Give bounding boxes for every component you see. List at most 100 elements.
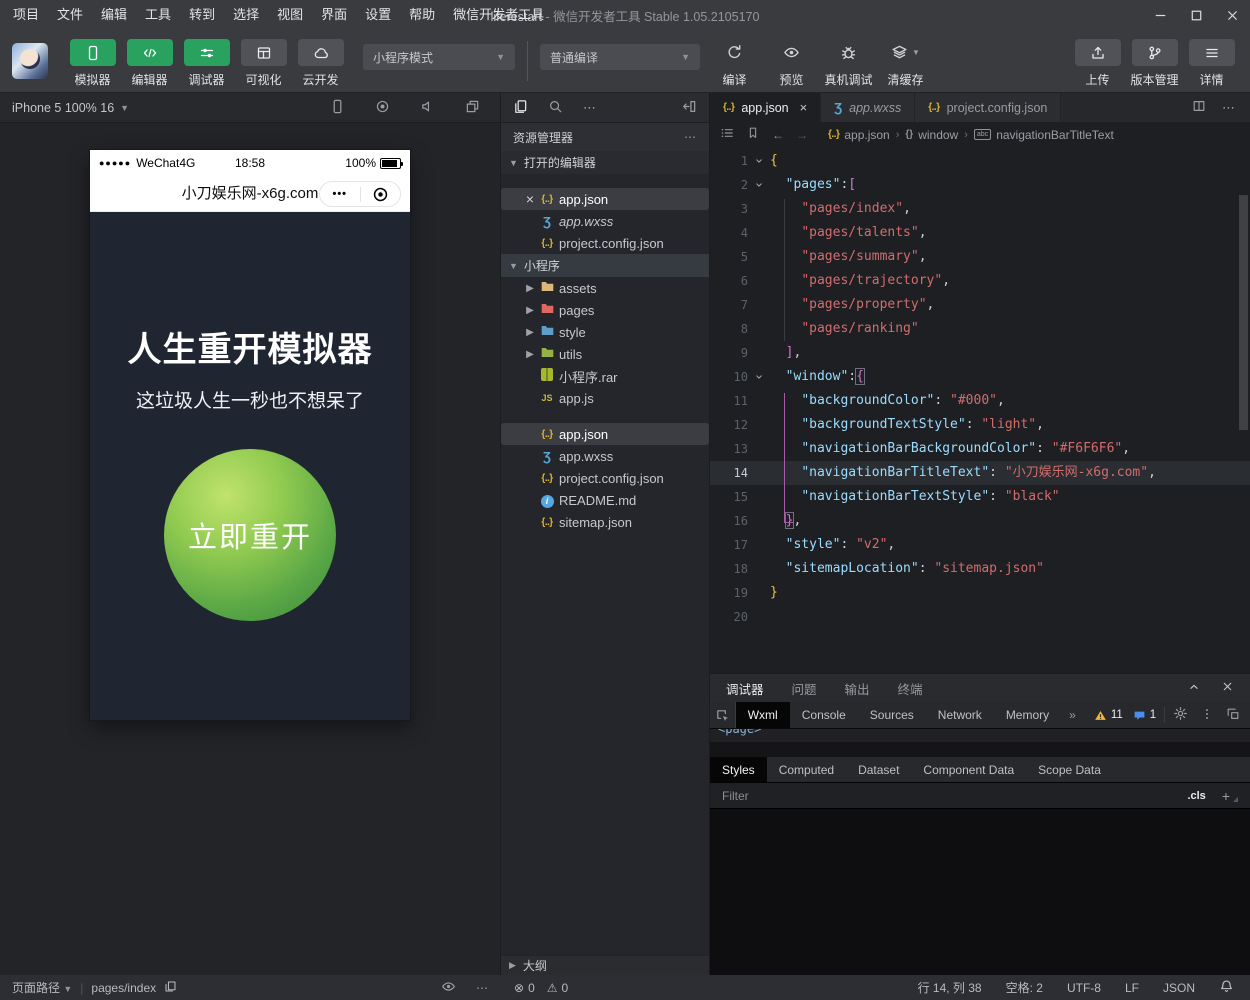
capsule-menu[interactable]: ••• — [319, 181, 401, 207]
sim-mute-button[interactable] — [420, 99, 435, 117]
compile-mode-select[interactable]: 普通编译▼ — [540, 44, 700, 70]
code-line-20[interactable]: 20 — [710, 605, 1250, 629]
minimize-button[interactable] — [1142, 0, 1178, 30]
file-row-sitemap.json[interactable]: {..}sitemap.json — [501, 511, 709, 533]
elements-tree[interactable]: <page> — [710, 728, 1250, 742]
breadcrumb-item-app.json[interactable]: {..}app.json — [828, 128, 890, 142]
debugger-tab-输出[interactable]: 输出 — [845, 679, 870, 698]
styles-tab-Component Data[interactable]: Component Data — [911, 757, 1026, 782]
toolbar-tune-button[interactable]: 调试器 — [178, 39, 235, 88]
copydoc-icon[interactable] — [164, 980, 177, 993]
file-row-README.md[interactable]: iREADME.md — [501, 489, 709, 511]
code-line-16[interactable]: 16 }, — [710, 509, 1250, 533]
menu-item-3[interactable]: 工具 — [136, 0, 180, 30]
maximize-button[interactable] — [1178, 0, 1214, 30]
code-line-9[interactable]: 9 ], — [710, 341, 1250, 365]
code-line-19[interactable]: 19} — [710, 581, 1250, 605]
code-editor[interactable]: 1{2 "pages":[3 "pages/index",4 "pages/ta… — [710, 147, 1250, 673]
code-line-7[interactable]: 7 "pages/property", — [710, 293, 1250, 317]
editor-scrollbar[interactable] — [1239, 195, 1248, 430]
code-line-11[interactable]: 11 "backgroundColor": "#000", — [710, 389, 1250, 413]
code-line-8[interactable]: 8 "pages/ranking" — [710, 317, 1250, 341]
code-line-2[interactable]: 2 "pages":[ — [710, 173, 1250, 197]
restart-button[interactable]: 立即重开 — [164, 449, 336, 621]
devtools-tab-Network[interactable]: Network — [926, 702, 994, 728]
status-item-0[interactable]: 行 14, 列 38 — [918, 979, 982, 996]
file-row-app.wxss[interactable]: Ʒapp.wxss — [501, 445, 709, 467]
toolbar-upload-button[interactable]: 上传 — [1069, 39, 1126, 88]
styles-tab-Computed[interactable]: Computed — [767, 757, 846, 782]
debugger-tab-问题[interactable]: 问题 — [792, 679, 817, 698]
user-avatar[interactable] — [12, 43, 48, 79]
menu-item-4[interactable]: 转到 — [180, 0, 224, 30]
toggle-visibility-button[interactable] — [441, 979, 456, 997]
close-tab-icon[interactable]: × — [800, 100, 808, 115]
styles-tab-Scope Data[interactable]: Scope Data — [1026, 757, 1113, 782]
editor-tab-app.json[interactable]: {..}app.json× — [710, 93, 821, 122]
menu-item-1[interactable]: 文件 — [48, 0, 92, 30]
elements-node[interactable]: <page> — [718, 728, 761, 736]
toolbar-refresh-button[interactable]: 编译 — [706, 39, 763, 88]
device-selector[interactable]: iPhone 5 100% 16▼ — [12, 101, 129, 115]
warnings-badge[interactable]: 11 — [1094, 709, 1123, 722]
code-line-15[interactable]: 15 "navigationBarTextStyle": "black" — [710, 485, 1250, 509]
file-row-小程序.rar[interactable]: 小程序.rar — [501, 365, 709, 387]
status-problems[interactable]: ⊗0 ⚠0 — [500, 981, 710, 995]
page-path-selector[interactable]: 页面路径 ▼ — [12, 979, 72, 996]
explorer-more-actions[interactable]: ⋯ — [583, 100, 596, 116]
toolbar-cloud-button[interactable]: 云开发 — [292, 39, 349, 88]
styles-tab-Styles[interactable]: Styles — [710, 757, 767, 782]
new-style-rule-button[interactable]: + — [1222, 788, 1238, 804]
styles-filter-input[interactable]: Filter — [722, 789, 749, 803]
devtools-settings-button[interactable] — [1173, 706, 1188, 724]
file-row-app.wxss[interactable]: Ʒapp.wxss — [501, 210, 709, 232]
devtools-tab-Console[interactable]: Console — [790, 702, 858, 728]
mode-select[interactable]: 小程序模式▼ — [363, 44, 515, 70]
file-row-project.config.json[interactable]: {..}project.config.json — [501, 467, 709, 489]
file-row-project.config.json[interactable]: {..}project.config.json — [501, 232, 709, 254]
cls-toggle[interactable]: .cls — [1187, 790, 1205, 802]
nav-forward-button[interactable]: → — [796, 128, 808, 142]
split-editor-button[interactable] — [1192, 99, 1206, 116]
code-line-13[interactable]: 13 "navigationBarBackgroundColor": "#F6F… — [710, 437, 1250, 461]
messages-badge[interactable]: 1 — [1133, 709, 1156, 722]
toolbar-layers-button[interactable]: ▼清缓存 — [877, 39, 934, 88]
close-button[interactable] — [1214, 0, 1250, 30]
code-line-18[interactable]: 18 "sitemapLocation": "sitemap.json" — [710, 557, 1250, 581]
code-line-14[interactable]: 14 "navigationBarTitleText": "小刀娱乐网-x6g.… — [710, 461, 1250, 485]
debugger-tab-调试器[interactable]: 调试器 — [726, 679, 764, 698]
status-item-2[interactable]: UTF-8 — [1067, 981, 1101, 995]
sim-winmulti-button[interactable] — [465, 99, 480, 117]
status-more-button[interactable]: ⋯ — [476, 981, 488, 995]
exit-target-icon[interactable] — [361, 186, 401, 203]
copy-path-button[interactable] — [164, 980, 177, 996]
debugger-tab-终端[interactable]: 终端 — [898, 679, 923, 698]
close-panel-button[interactable] — [1221, 680, 1234, 696]
outline-section[interactable]: ▶ 大纲 — [501, 955, 709, 975]
menu-item-5[interactable]: 选择 — [224, 0, 268, 30]
styles-tab-Dataset[interactable]: Dataset — [846, 757, 911, 782]
status-item-3[interactable]: LF — [1125, 981, 1139, 995]
sim-record-button[interactable] — [375, 99, 390, 117]
toolbar-grid-button[interactable]: 可视化 — [235, 39, 292, 88]
menu-item-9[interactable]: 帮助 — [400, 0, 444, 30]
menu-item-2[interactable]: 编辑 — [92, 0, 136, 30]
toolbar-eye-button[interactable]: 预览 — [763, 39, 820, 88]
explorer-search-button[interactable] — [548, 99, 563, 117]
menu-item-8[interactable]: 设置 — [356, 0, 400, 30]
code-line-10[interactable]: 10 "window":{ — [710, 365, 1250, 389]
outline-list-button[interactable] — [720, 126, 734, 143]
editor-tab-project.config.json[interactable]: {..}project.config.json — [915, 93, 1061, 122]
code-line-5[interactable]: 5 "pages/summary", — [710, 245, 1250, 269]
bookmark-button[interactable] — [746, 126, 760, 143]
close-editor-icon[interactable]: × — [523, 191, 537, 207]
breadcrumb-item-navigationBarTitleText[interactable]: abcnavigationBarTitleText — [974, 128, 1114, 142]
toolbar-branch-button[interactable]: 版本管理 — [1126, 39, 1183, 88]
file-row-utils[interactable]: ▶utils — [501, 343, 709, 365]
file-row-pages[interactable]: ▶pages — [501, 299, 709, 321]
toolbar-bug-button[interactable]: 真机调试 — [820, 39, 877, 88]
collapse-sidebar-button[interactable] — [682, 99, 697, 117]
menu-item-6[interactable]: 视图 — [268, 0, 312, 30]
project-section[interactable]: ▼小程序 — [501, 254, 709, 277]
breadcrumb-item-window[interactable]: {}window — [905, 128, 958, 142]
